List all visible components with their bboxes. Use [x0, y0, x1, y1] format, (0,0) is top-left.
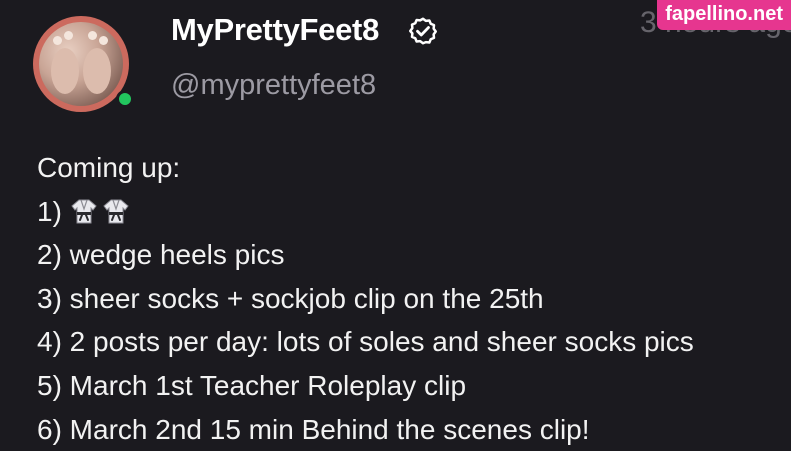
martial-arts-uniform-icon	[71, 199, 97, 224]
post-line: 2) wedge heels pics	[37, 239, 285, 271]
display-name[interactable]: MyPrettyFeet8	[171, 12, 379, 48]
online-status-dot	[116, 90, 134, 108]
martial-arts-uniform-icon	[103, 199, 129, 224]
user-handle[interactable]: @myprettyfeet8	[171, 69, 376, 102]
avatar-photo-detail	[83, 48, 111, 94]
post-line: 4) 2 posts per day: lots of soles and sh…	[37, 326, 694, 358]
post-line: 3) sheer socks + sockjob clip on the 25t…	[37, 282, 544, 314]
avatar-photo	[51, 48, 79, 94]
verified-badge-icon	[409, 17, 437, 45]
avatar-ring[interactable]	[33, 16, 129, 112]
avatar-photo-detail	[53, 36, 62, 45]
post-line-text: 1)	[37, 195, 70, 227]
post-line: Coming up:	[37, 152, 181, 183]
watermark: fapellino.net	[657, 0, 791, 30]
post-body: Coming up: 1) 2) wedge heels pics 3) she…	[37, 146, 694, 451]
post-line: 1)	[37, 190, 694, 234]
post-line: 5) March 1st Teacher Roleplay clip	[37, 369, 467, 401]
post-line: 6) March 2nd 15 min Behind the scenes cl…	[37, 413, 590, 445]
avatar-photo-detail	[99, 36, 108, 45]
avatar-photo-detail	[64, 31, 73, 40]
avatar-photo-detail	[88, 31, 97, 40]
avatar[interactable]	[39, 22, 123, 106]
